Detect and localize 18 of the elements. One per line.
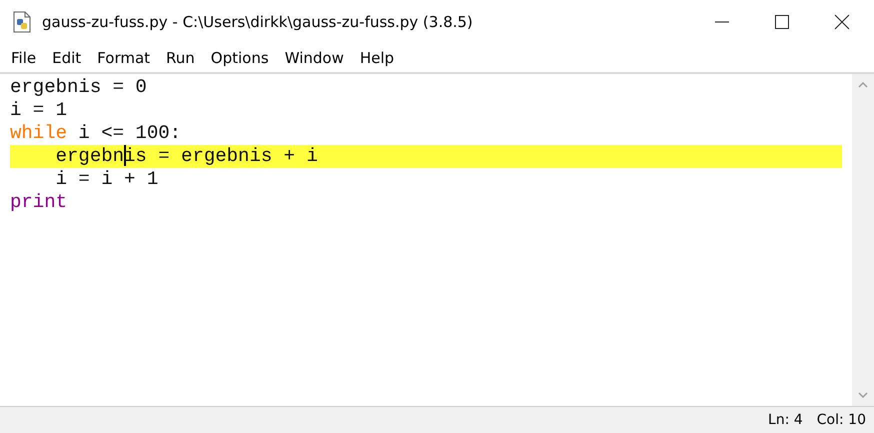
code-line: i = 1	[10, 99, 68, 122]
menu-item[interactable]: Edit	[44, 49, 90, 67]
menu-item[interactable]: Run	[158, 49, 203, 67]
menu-item[interactable]: Help	[352, 49, 402, 67]
menu-item[interactable]: Window	[276, 49, 352, 67]
line-number-label: Ln: 4	[768, 412, 803, 428]
code-line: print	[10, 191, 68, 214]
close-icon[interactable]	[834, 14, 850, 30]
menu-item[interactable]: Options	[202, 49, 277, 67]
code-line: i = i + 1	[54, 168, 160, 191]
menu-item[interactable]: Format	[89, 49, 158, 67]
menu-item[interactable]: File	[3, 49, 44, 67]
code-line: ergebnis = 0	[10, 76, 148, 99]
column-number-label: Col: 10	[816, 412, 866, 428]
maximize-icon[interactable]	[774, 14, 790, 30]
python-file-icon	[12, 11, 32, 33]
window-title: gauss-zu-fuss.py - C:\Users\dirkk\gauss-zu-fuss.py (3.8.5)	[42, 13, 474, 31]
code-line: while i <= 100:	[10, 122, 182, 145]
